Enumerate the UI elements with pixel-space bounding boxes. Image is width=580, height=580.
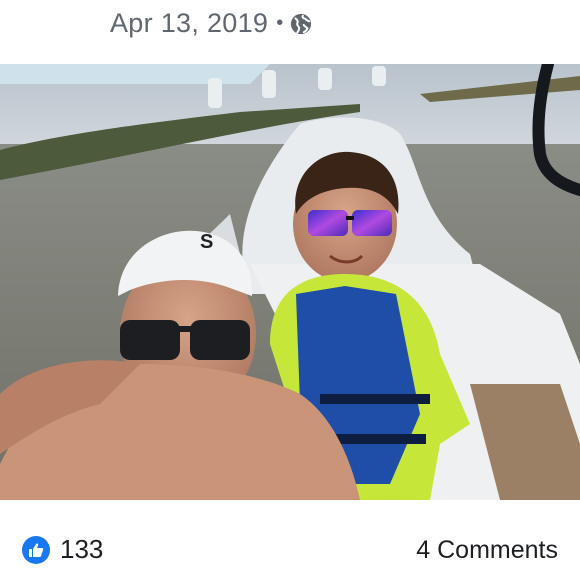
meta-separator: • [276, 12, 284, 34]
post-photo[interactable]: S [0, 64, 580, 500]
boat-selfie-image: S [0, 64, 580, 500]
like-count: 133 [60, 534, 104, 564]
globe-icon[interactable] [290, 13, 312, 35]
thumbs-up-icon [22, 535, 50, 564]
post-meta: Apr 13, 2019 • [110, 8, 312, 39]
comments-link[interactable]: 4 Comments [416, 536, 558, 565]
like-summary[interactable]: 133 [22, 534, 103, 565]
post-date[interactable]: Apr 13, 2019 [110, 8, 268, 39]
cap-logo: S [200, 231, 213, 253]
post-footer: 133 4 Comments [0, 520, 580, 580]
post-header: Apr 13, 2019 • [0, 0, 580, 56]
